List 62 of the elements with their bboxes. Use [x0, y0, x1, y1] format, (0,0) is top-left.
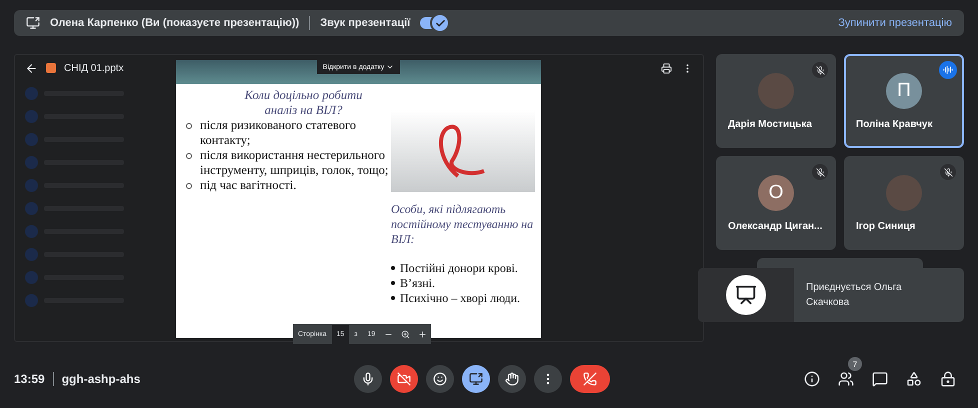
present-icon	[26, 16, 40, 30]
presenter-icon	[726, 275, 766, 315]
bullet-icon	[391, 266, 395, 270]
hand-icon	[505, 372, 519, 386]
raise-hand-button[interactable]	[498, 365, 526, 393]
slide-bullet: після використання нестерильного інструменту, шприців, голок, тощо;	[200, 148, 390, 178]
back-icon[interactable]	[25, 62, 38, 74]
slide-bullet: під час вагітності.	[200, 178, 296, 193]
caret-icon	[386, 63, 394, 71]
slide-list-item: В’язні.	[400, 276, 436, 291]
slide-title: Коли доцільно робити аналіз на ВІЛ?	[244, 88, 364, 118]
check-icon	[434, 18, 446, 28]
participant-name: Поліна Кравчук	[855, 118, 932, 130]
bullet-icon	[391, 280, 395, 284]
mic-icon	[361, 372, 375, 386]
bullet-icon	[186, 183, 192, 189]
camera-button[interactable]	[390, 365, 418, 393]
print-icon[interactable]	[661, 62, 672, 74]
participant-tile[interactable]: Дарія Мостицька	[716, 54, 836, 148]
participant-name: Дарія Мостицька	[727, 118, 812, 130]
avatar: О	[758, 174, 794, 210]
slide-bullet: після ризикованого статевого контакту;	[200, 118, 358, 148]
bullet-icon	[391, 296, 395, 300]
shapes-icon	[906, 371, 922, 387]
audio-level-icon	[939, 61, 957, 79]
leave-call-button[interactable]	[570, 365, 610, 393]
chat-icon	[872, 371, 888, 387]
plus-icon	[418, 330, 428, 338]
phone-icon	[583, 372, 597, 386]
participant-name: Ігор Синиця	[855, 220, 916, 232]
info-button[interactable]	[802, 369, 822, 389]
emoji-button[interactable]	[426, 365, 454, 393]
file-name: СНІД 01.pptx	[64, 62, 124, 74]
slide-list-item: Психічно – хворі люди.	[400, 291, 520, 306]
participant-tile[interactable]: О Олександр Циган...	[716, 156, 836, 250]
participant-name: Олександр Циган...	[727, 220, 822, 232]
avatar: П	[886, 72, 922, 108]
lock-icon	[940, 371, 956, 387]
zoom-icon	[401, 330, 410, 338]
participant-tile[interactable]: Ігор Синиця	[844, 156, 964, 250]
mic-button[interactable]	[354, 365, 382, 393]
photo-placeholder	[758, 72, 794, 108]
sound-label: Звук презентації	[320, 17, 410, 29]
info-icon	[804, 371, 820, 387]
file-icon	[46, 63, 56, 73]
present-button[interactable]	[462, 365, 490, 393]
slide-subtitle: Особи, які підлягають постійному тестуванню на ВІЛ:	[391, 202, 534, 247]
join-text: Приєднується Ольга Скачкова	[805, 281, 903, 310]
stop-presenting-link[interactable]: Зупинити презентацію	[838, 17, 952, 29]
camera-off-icon	[397, 372, 411, 386]
presenter-label: Олена Карпенко (Ви (показуєте презентацію))	[50, 17, 300, 29]
meeting-code: ggh-ashp-ahs	[62, 372, 140, 386]
present-icon	[469, 372, 483, 386]
photo-placeholder	[886, 174, 922, 210]
smiley-icon	[433, 372, 447, 386]
participant-tile[interactable]: П Поліна Кравчук	[844, 54, 964, 148]
people-icon	[838, 371, 854, 387]
bullet-icon	[186, 153, 192, 159]
meeting-time: 13:59	[14, 372, 45, 386]
participant-count: 7	[848, 357, 862, 371]
slide-list-item: Постійні донори крові.	[400, 261, 518, 276]
bullet-icon	[186, 123, 192, 129]
